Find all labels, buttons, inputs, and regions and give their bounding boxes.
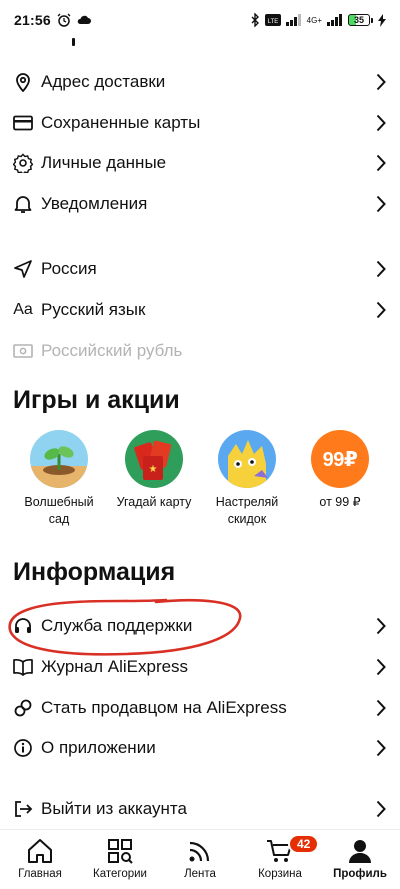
games-section-title: Игры и акции: [13, 386, 180, 414]
row-language[interactable]: Aa Русский язык: [0, 290, 400, 330]
home-icon: [23, 836, 57, 866]
chevron-right-icon: [374, 152, 388, 174]
svg-text:LTE: LTE: [267, 19, 278, 25]
chevron-right-icon: [374, 737, 388, 759]
chevron-right-icon: [374, 71, 388, 93]
chevron-right-icon: [374, 258, 388, 280]
tab-label: Корзина: [258, 868, 302, 880]
info-section-title: Информация: [13, 558, 176, 586]
chevron-right-icon: [374, 697, 388, 719]
game-shoot-discounts[interactable]: Настреляй скидок: [202, 430, 292, 528]
status-right-icons: LTE 4G+ 35: [250, 13, 386, 27]
game-guess-card[interactable]: ★ Угадай карту: [109, 430, 199, 511]
game-magic-garden[interactable]: Волшебный сад: [14, 430, 104, 528]
row-label: Журнал AliExpress: [41, 657, 189, 676]
monster-icon: [218, 430, 276, 488]
row-notifications[interactable]: Уведомления: [0, 184, 400, 224]
row-label: Адрес доставки: [41, 72, 166, 91]
battery-icon: 35: [348, 14, 373, 26]
row-support[interactable]: Служба поддержки: [0, 606, 400, 646]
charging-icon: [378, 13, 386, 27]
row-about-app[interactable]: О приложении: [0, 728, 400, 768]
red-cards-icon: ★: [125, 430, 183, 488]
logout-icon: [12, 798, 34, 820]
categories-icon: [103, 836, 137, 866]
headset-icon: [12, 615, 34, 637]
tab-home[interactable]: Главная: [0, 830, 80, 889]
chevron-right-icon: [374, 193, 388, 215]
feed-icon: [183, 836, 217, 866]
info-icon: [12, 737, 34, 759]
game-name: Волшебный сад: [24, 495, 94, 526]
row-country[interactable]: Россия: [0, 249, 400, 289]
row-label: Личные данные: [41, 153, 167, 172]
game-name: Угадай карту: [116, 495, 192, 509]
row-currency: Российский рубль: [0, 331, 400, 371]
volte-icon: LTE: [264, 14, 281, 26]
cloud-icon: [77, 15, 91, 24]
svg-text:★: ★: [149, 464, 158, 475]
bell-icon: [12, 193, 34, 215]
row-label: Российский рубль: [41, 341, 183, 360]
status-time: 21:56: [14, 12, 51, 28]
gear-icon: [12, 152, 34, 174]
bluetooth-icon: [251, 13, 259, 27]
chevron-right-icon: [374, 798, 388, 820]
price-badge-text: 99₽: [322, 448, 358, 471]
row-personal-data[interactable]: Личные данные: [0, 143, 400, 183]
sprout-icon: [30, 430, 88, 488]
chevron-right-icon: [374, 112, 388, 134]
row-journal[interactable]: Журнал AliExpress: [0, 647, 400, 687]
row-label: Стать продавцом на AliExpress: [41, 698, 287, 717]
bottom-navigation: Главная Категории Лента 42 Корзина Профи…: [0, 829, 400, 889]
camera-dot: [72, 38, 75, 46]
row-label: Сохраненные карты: [41, 113, 201, 132]
tab-label: Категории: [93, 868, 147, 880]
tab-label: Профиль: [333, 868, 387, 880]
banknote-icon: [12, 340, 34, 362]
row-label: Выйти из аккаунта: [41, 799, 187, 818]
row-saved-cards[interactable]: Сохраненные карты: [0, 103, 400, 143]
row-delivery-address[interactable]: Адрес доставки: [0, 62, 400, 102]
signal-icon: [285, 14, 301, 26]
navigation-arrow-icon: [12, 258, 34, 280]
chevron-right-icon: [374, 656, 388, 678]
status-bar: 21:56 LTE 4G+ 35: [0, 0, 400, 40]
status-left-icons: [57, 13, 91, 27]
tab-profile[interactable]: Профиль: [320, 830, 400, 889]
battery-level: 35: [348, 14, 370, 26]
price-99-icon: 99₽: [311, 430, 369, 488]
font-size-icon: Aa: [13, 301, 33, 318]
tab-label: Лента: [184, 868, 216, 880]
link-icon: [12, 697, 34, 719]
tab-label: Главная: [18, 868, 62, 880]
chevron-right-icon: [374, 615, 388, 637]
tab-categories[interactable]: Категории: [80, 830, 160, 889]
tab-cart[interactable]: 42 Корзина: [240, 830, 320, 889]
row-label: О приложении: [41, 738, 156, 757]
credit-card-icon: [12, 112, 34, 134]
row-label: Россия: [41, 259, 97, 278]
row-logout[interactable]: Выйти из аккаунта: [0, 789, 400, 829]
row-label: Служба поддержки: [41, 616, 193, 635]
network-type: 4G+: [306, 15, 322, 25]
signal-icon-2: [327, 14, 342, 26]
row-label: Уведомления: [41, 194, 148, 213]
book-icon: [12, 656, 34, 678]
alarm-icon: [57, 13, 71, 27]
row-become-seller[interactable]: Стать продавцом на AliExpress: [0, 688, 400, 728]
location-pin-icon: [12, 71, 34, 93]
profile-icon: [343, 836, 377, 866]
game-name: Настреляй скидок: [215, 495, 279, 526]
game-price-99[interactable]: 99₽ от 99 ₽: [295, 430, 385, 511]
cart-badge: 42: [288, 834, 320, 854]
chevron-right-icon: [374, 299, 388, 321]
game-name: от 99 ₽: [319, 495, 361, 509]
tab-feed[interactable]: Лента: [160, 830, 240, 889]
row-label: Русский язык: [41, 300, 146, 319]
